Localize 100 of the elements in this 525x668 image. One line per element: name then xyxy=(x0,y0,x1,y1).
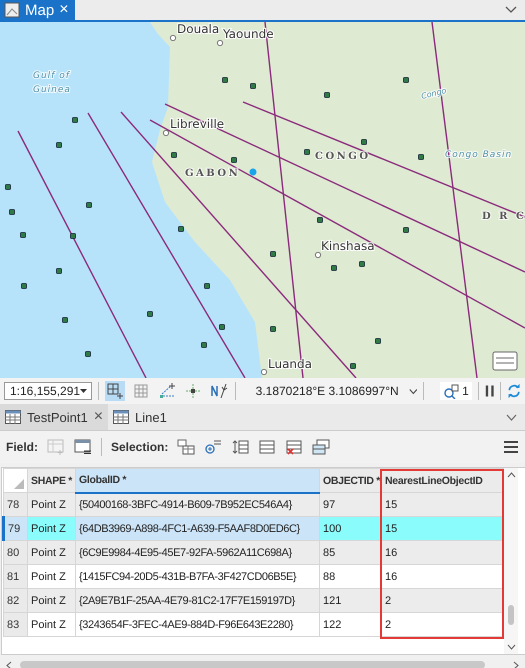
scroll-thumb[interactable] xyxy=(20,661,485,668)
point-feature xyxy=(270,251,276,257)
point-feature xyxy=(361,139,367,145)
row-number[interactable]: 81 xyxy=(4,564,28,588)
scroll-up-icon[interactable] xyxy=(506,472,516,478)
point-feature xyxy=(21,283,27,289)
point-feature xyxy=(72,117,78,123)
city-marker xyxy=(162,130,170,136)
scroll-down-icon[interactable] xyxy=(506,644,516,650)
clear-selection-icon[interactable] xyxy=(285,439,304,455)
field-label: Field: xyxy=(6,440,38,454)
table-tab[interactable]: Line1 xyxy=(108,404,172,430)
point-feature xyxy=(201,342,207,348)
tab-label: Map xyxy=(25,2,54,18)
water-label: Guinea xyxy=(33,85,71,95)
table-tab[interactable]: TestPoint1 × xyxy=(0,404,108,430)
column-header[interactable]: GlobalID * xyxy=(76,468,320,492)
point-feature xyxy=(350,363,356,369)
row-number[interactable]: 78 xyxy=(4,492,28,516)
point-feature xyxy=(9,209,15,215)
zoom-selection-icon xyxy=(443,383,460,399)
scroll-thumb[interactable] xyxy=(508,605,514,625)
table-cell: 2 xyxy=(382,588,504,612)
table-cell: 121 xyxy=(320,588,382,612)
scale-dropdown[interactable]: 1:16,155,291 xyxy=(4,382,92,400)
coordinates-readout: 3.1870218°E 3.1086997°N xyxy=(256,384,399,398)
table-cell: {6C9E9984-4E95-45E7-92FA-5962A11C698A} xyxy=(76,540,320,564)
column-header[interactable]: SHAPE * xyxy=(28,468,76,492)
point-feature xyxy=(250,83,256,89)
column-header[interactable]: OBJECTID * xyxy=(320,468,382,492)
chevron-down-icon[interactable] xyxy=(505,6,517,14)
point-feature xyxy=(204,283,210,289)
basemap-gallery-icon[interactable] xyxy=(492,352,518,370)
point-feature xyxy=(171,152,177,158)
refresh-icon[interactable] xyxy=(506,382,521,400)
table-cell: 15 xyxy=(382,492,504,516)
row-number[interactable]: 80 xyxy=(4,540,28,564)
caret-icon xyxy=(80,389,88,393)
point-feature xyxy=(178,226,184,232)
close-button[interactable]: × xyxy=(94,408,104,426)
zoom-to-selection-icon[interactable] xyxy=(204,439,222,455)
table-cell: {2A9E7B1F-25AA-4E79-81C2-17F7E159197D} xyxy=(76,588,320,612)
select-by-attributes-icon[interactable] xyxy=(177,439,196,455)
tab-label: TestPoint1 xyxy=(27,410,88,424)
map-tab[interactable]: Map × xyxy=(0,0,75,20)
table-cell: Point Z xyxy=(28,588,76,612)
pause-icon[interactable] xyxy=(484,384,494,398)
table-cell: 97 xyxy=(320,492,382,516)
table-cell: Point Z xyxy=(28,612,76,636)
table-cell: Point Z xyxy=(28,540,76,564)
point-feature xyxy=(20,232,26,238)
city-marker xyxy=(170,34,176,42)
country-label: CONGO xyxy=(315,151,371,162)
point-feature xyxy=(147,311,153,317)
table-icon xyxy=(5,410,21,424)
row-number[interactable]: 83 xyxy=(4,612,28,636)
city-marker xyxy=(260,368,268,376)
chevron-down-icon[interactable] xyxy=(408,388,418,394)
point-feature xyxy=(62,317,68,323)
triangle-icon xyxy=(14,479,24,489)
scroll-left-icon[interactable] xyxy=(6,660,12,668)
grid-add-icon[interactable] xyxy=(104,381,125,401)
point-feature xyxy=(231,157,237,163)
copy-rows-icon[interactable] xyxy=(312,439,330,455)
table-cell: {64DB3969-A898-4FC1-A639-F5AAF8D0ED6C} xyxy=(76,516,320,540)
city-marker xyxy=(216,40,224,46)
table-cell: {3243654F-3FEC-4AE9-884D-F96E643E2280} xyxy=(76,612,320,636)
corner-cell[interactable] xyxy=(4,468,28,492)
selection-label: Selection: xyxy=(111,440,168,454)
table-cell: Point Z xyxy=(28,516,76,540)
row-number[interactable]: 82 xyxy=(4,588,28,612)
scroll-right-icon[interactable] xyxy=(513,660,519,668)
point-feature xyxy=(222,77,228,83)
point-feature xyxy=(304,149,310,155)
table-icon xyxy=(113,410,130,424)
north-arrow-icon[interactable] xyxy=(208,381,229,401)
selection-count-button[interactable]: 1 xyxy=(440,382,472,400)
water-label: Gulf of xyxy=(33,71,70,81)
point-feature xyxy=(418,154,424,160)
river-label: Congo xyxy=(420,86,448,101)
switch-selection-icon[interactable] xyxy=(231,439,250,455)
chevron-down-icon[interactable] xyxy=(506,414,517,420)
close-button[interactable]: × xyxy=(59,1,69,19)
table-cell: 16 xyxy=(382,540,504,564)
vertical-scrollbar[interactable] xyxy=(504,468,518,654)
row-number[interactable]: 79 xyxy=(4,516,28,540)
point-feature xyxy=(403,77,409,83)
table-cell: 85 xyxy=(320,540,382,564)
point-feature xyxy=(359,261,365,267)
table-cell: 15 xyxy=(382,516,504,540)
add-field-icon[interactable] xyxy=(47,439,65,455)
point-feature xyxy=(375,338,381,344)
calculate-field-icon[interactable] xyxy=(74,439,92,455)
selected-point xyxy=(250,168,256,176)
point-feature xyxy=(331,265,337,271)
point-feature xyxy=(317,217,323,223)
list-icon[interactable] xyxy=(258,439,276,455)
column-header[interactable]: NearestLineObjectID xyxy=(382,468,504,492)
menu-icon[interactable] xyxy=(503,440,519,454)
point-feature xyxy=(56,142,62,148)
